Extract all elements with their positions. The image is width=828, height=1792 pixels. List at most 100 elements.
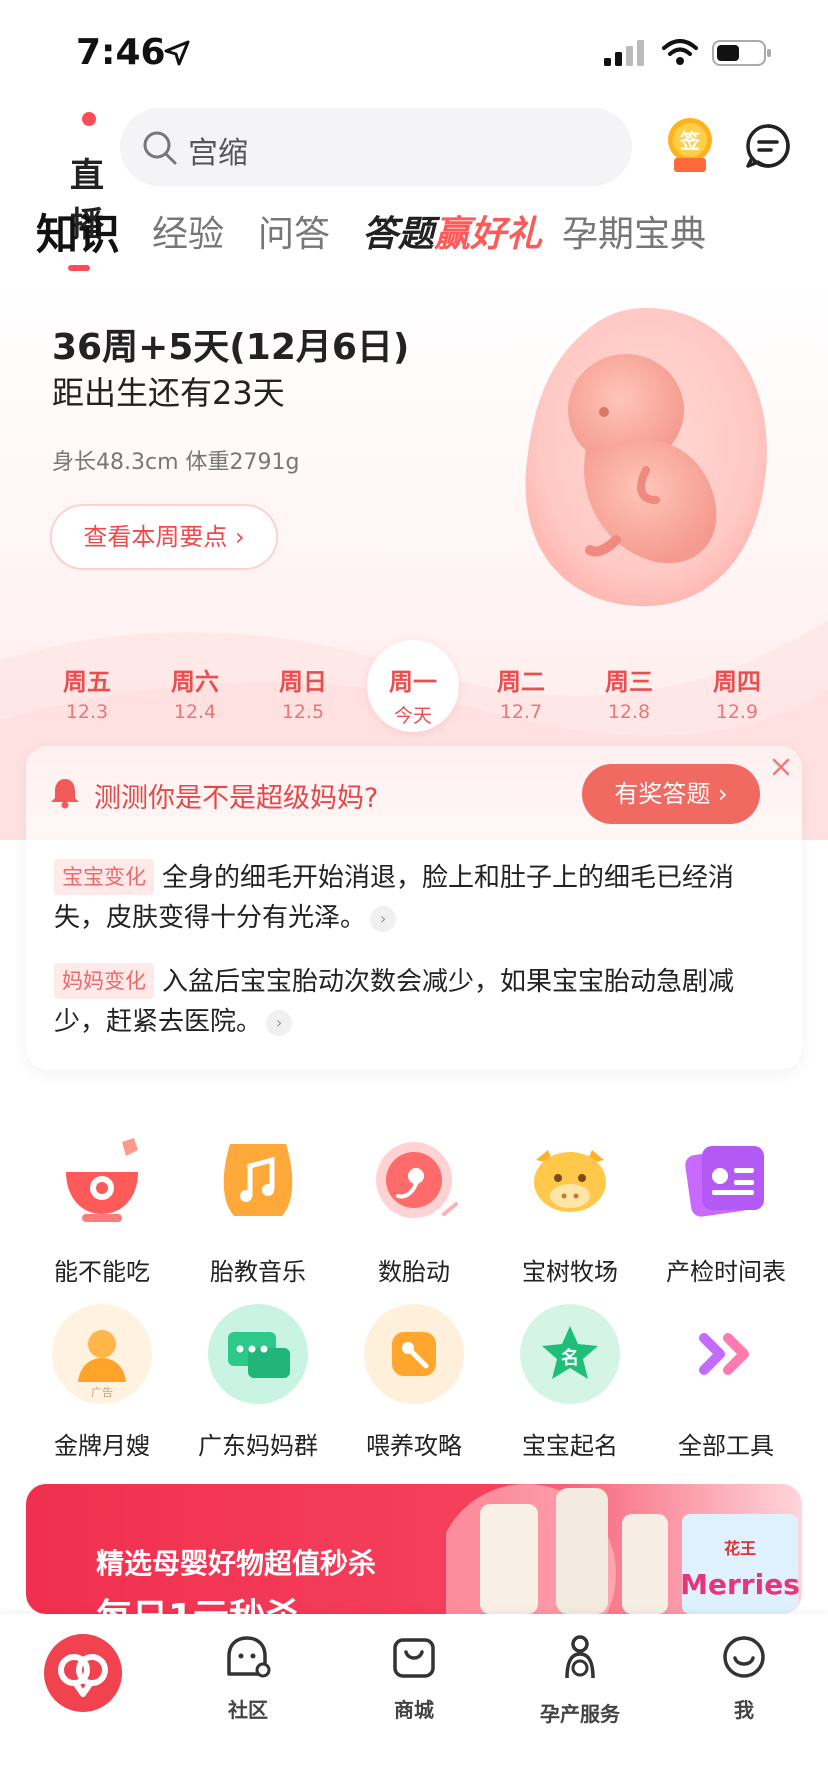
weekly-info-card: 测测你是不是超级妈妈? 有奖答题 › 宝宝变化 全身的细毛开始消退，脸上和肚子上的… — [26, 746, 802, 1070]
day-date: 12.7 — [499, 701, 543, 723]
tool-gold-nanny[interactable]: 广告 金牌月嫂 — [24, 1304, 180, 1461]
day-item-today[interactable]: 周一 今天 — [368, 662, 458, 728]
mom-change-text: 入盆后宝宝胎动次数会减少，如果宝宝胎动急剧减少，赶紧去医院。 — [54, 967, 735, 1037]
nav-community[interactable]: 社区 — [188, 1634, 308, 1723]
live-stream-button[interactable]: 直播 — [34, 122, 104, 245]
sign-in-icon[interactable]: 签 — [664, 116, 716, 176]
mom-change-item[interactable]: 妈妈变化 入盆后宝宝胎动次数会减少，如果宝宝胎动急剧减少，赶紧去医院。 › — [54, 962, 784, 1042]
day-selector: 周五 12.3 周六 12.4 周日 12.5 周一 今天 周二 12.7 周三… — [0, 650, 828, 750]
day-item[interactable]: 周日 12.5 — [258, 662, 348, 723]
tool-count-kicks[interactable]: 数胎动 — [336, 1130, 492, 1287]
svg-text:Merries: Merries — [680, 1568, 800, 1601]
pregnancy-week-title: 36周+5天(12月6日) — [52, 327, 410, 368]
baby-size: 身长48.3cm 体重2791g — [52, 450, 300, 475]
nanny-icon: 广告 — [52, 1304, 152, 1404]
tab-pregnancy-guide[interactable]: 孕期宝典 — [562, 205, 706, 257]
chevron-right-icon: › — [370, 906, 397, 932]
message-icon[interactable] — [744, 122, 792, 170]
tools-grid: 能不能吃 胎教音乐 数胎动 宝树牧场 产检时间表 广告 金牌月嫂 广东妈妈群 喂… — [0, 1110, 828, 1460]
tool-label: 宝宝起名 — [522, 1432, 618, 1460]
prize-quiz-button[interactable]: 有奖答题 › — [582, 764, 760, 824]
promo-banner[interactable]: 精选母婴好物超值秒杀 每日1元秒杀 Merries 花王 — [26, 1484, 802, 1614]
community-icon — [227, 1636, 271, 1678]
home-logo-icon — [58, 1654, 108, 1697]
fetal-movement-icon — [376, 1142, 458, 1218]
products-image: Merries 花王 — [446, 1484, 800, 1614]
tab-experience[interactable]: 经验 — [152, 205, 224, 257]
day-name: 周六 — [171, 668, 219, 696]
tab-quiz-prizes[interactable]: 答题赢好礼 — [362, 205, 542, 257]
home-logo-button[interactable] — [44, 1634, 122, 1712]
day-date: 12.4 — [173, 701, 217, 723]
week-highlights-button[interactable]: 查看本周要点 › — [50, 504, 278, 570]
bell-icon — [51, 779, 79, 809]
status-time: 7:46 — [76, 32, 166, 73]
baby-change-item[interactable]: 宝宝变化 全身的细毛开始消退，脸上和肚子上的细毛已经消失，皮肤变得十分有光泽。 › — [54, 858, 784, 938]
notification-dot — [82, 112, 96, 126]
search-input[interactable]: 宫缩 — [120, 108, 632, 186]
nav-mall[interactable]: 商城 — [354, 1634, 474, 1723]
tab-knowledge[interactable]: 知识 — [36, 201, 120, 262]
day-item[interactable]: 周六 12.4 — [150, 662, 240, 723]
content-tabs: 知识 经验 问答 答题赢好礼 孕期宝典 — [0, 205, 828, 275]
tool-feeding-guide[interactable]: 喂养攻略 — [336, 1304, 492, 1461]
chevron-right-icon: › — [266, 1010, 293, 1036]
battery-icon — [712, 40, 771, 66]
nav-profile[interactable]: 我 — [684, 1634, 804, 1723]
tool-prenatal-music[interactable]: 胎教音乐 — [180, 1130, 336, 1287]
svg-text:签: 签 — [679, 129, 701, 153]
quiz-banner[interactable]: 测测你是不是超级妈妈? 有奖答题 › — [26, 746, 802, 840]
mom-change-tag: 妈妈变化 — [54, 963, 154, 999]
day-date: 12.3 — [65, 701, 109, 723]
bottom-navigation: 社区 商城 孕产服务 我 — [0, 1614, 828, 1792]
tool-label: 全部工具 — [678, 1432, 774, 1460]
nav-label: 社区 — [228, 1698, 268, 1722]
tool-checkup-schedule[interactable]: 产检时间表 — [648, 1130, 804, 1287]
tool-baby-naming[interactable]: 名 宝宝起名 — [492, 1304, 648, 1461]
location-arrow-icon — [164, 40, 190, 66]
close-icon[interactable] — [770, 756, 792, 778]
day-date: 12.9 — [715, 701, 759, 723]
tool-label: 数胎动 — [378, 1258, 450, 1286]
nav-label: 孕产服务 — [540, 1702, 620, 1726]
day-name: 周五 — [63, 668, 111, 696]
nav-label: 商城 — [394, 1698, 434, 1722]
tool-label: 广东妈妈群 — [198, 1432, 318, 1460]
days-until-birth: 距出生还有23天 — [52, 374, 285, 412]
day-item[interactable]: 周二 12.7 — [476, 662, 566, 723]
day-item[interactable]: 周三 12.8 — [584, 662, 674, 723]
tab-qa[interactable]: 问答 — [258, 205, 330, 257]
tool-label: 宝树牧场 — [522, 1258, 618, 1286]
feeding-icon — [364, 1304, 464, 1404]
tool-label: 喂养攻略 — [366, 1432, 462, 1460]
search-icon — [143, 131, 177, 165]
cellular-signal-icon — [604, 40, 644, 66]
svg-text:广告: 广告 — [91, 1386, 113, 1399]
chat-group-icon — [208, 1304, 308, 1404]
baby-change-tag: 宝宝变化 — [54, 859, 154, 895]
tool-label: 能不能吃 — [54, 1258, 150, 1286]
day-item[interactable]: 周四 12.9 — [692, 662, 782, 723]
mall-icon — [393, 1638, 435, 1678]
checkup-schedule-icon — [685, 1146, 764, 1217]
day-name: 周一 — [389, 668, 437, 696]
day-date: 12.8 — [607, 701, 651, 723]
fetus-illustration — [525, 308, 767, 607]
all-tools-icon — [699, 1333, 749, 1375]
banner-subtitle: 每日1元秒杀 — [96, 1588, 301, 1614]
svg-text:名: 名 — [561, 1347, 579, 1369]
status-bar: 7:46 — [0, 0, 828, 100]
tool-pasture[interactable]: 宝树牧场 — [492, 1130, 648, 1287]
maternity-service-icon — [565, 1635, 595, 1679]
tool-can-eat[interactable]: 能不能吃 — [24, 1130, 180, 1287]
active-tab-indicator — [68, 265, 90, 271]
nav-maternity-service[interactable]: 孕产服务 — [520, 1634, 640, 1727]
tool-label: 产检时间表 — [666, 1258, 786, 1286]
tool-all-tools[interactable]: 全部工具 — [648, 1304, 804, 1461]
search-placeholder: 宫缩 — [188, 136, 248, 171]
svg-text:花王: 花王 — [724, 1539, 756, 1558]
day-name: 周三 — [605, 668, 653, 696]
tool-mom-group[interactable]: 广东妈妈群 — [180, 1304, 336, 1461]
top-header: 直播 宫缩 签 — [0, 100, 828, 245]
day-item[interactable]: 周五 12.3 — [42, 662, 132, 723]
